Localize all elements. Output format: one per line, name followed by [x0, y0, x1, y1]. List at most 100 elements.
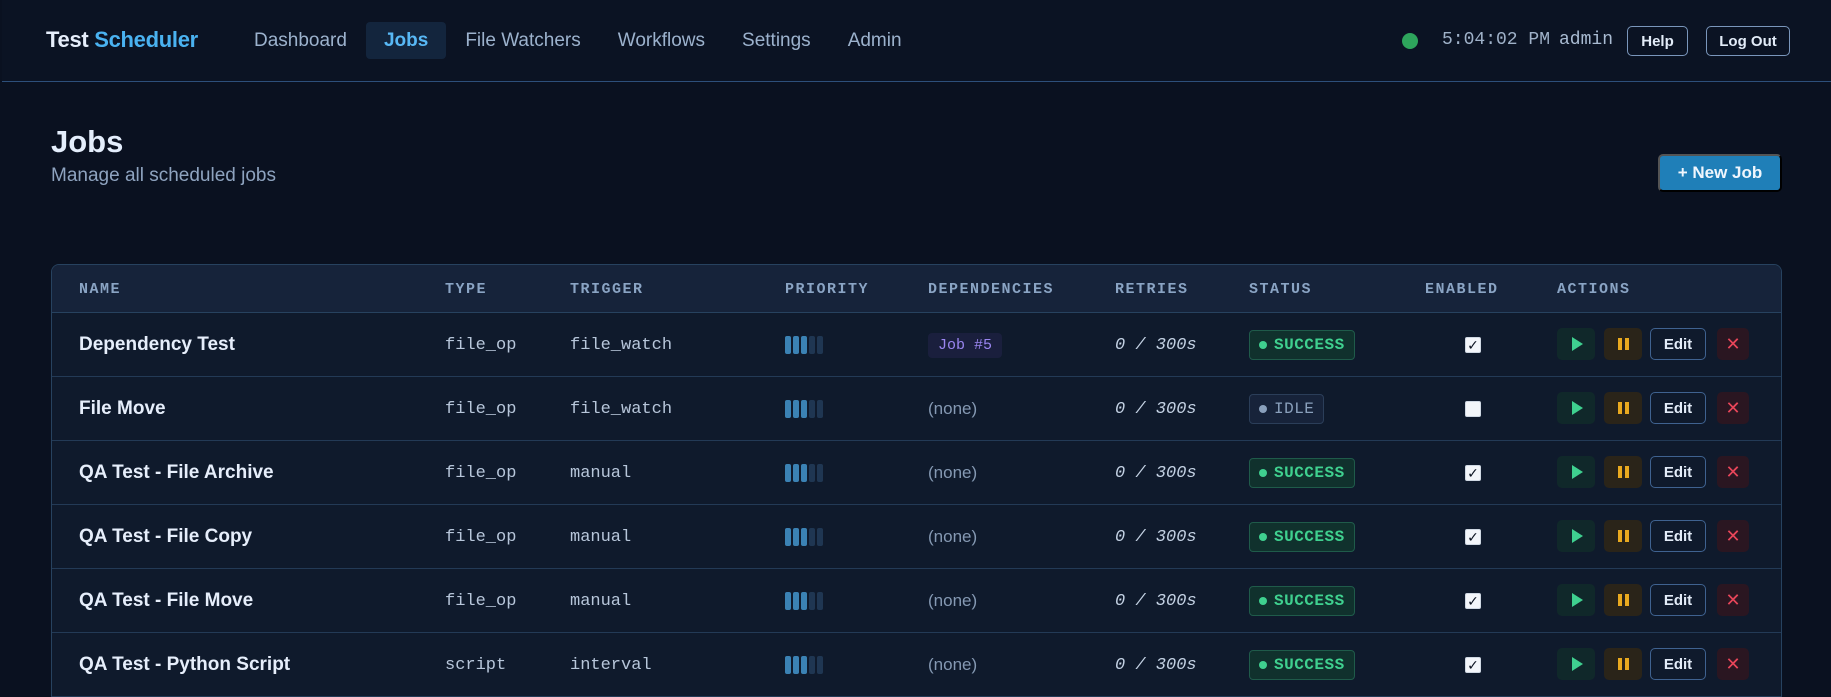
edit-job-button[interactable]: Edit: [1650, 456, 1706, 488]
cell-type: file_op: [445, 377, 516, 441]
cell-status: SUCCESS: [1249, 633, 1355, 697]
job-trigger: manual: [570, 591, 632, 611]
run-job-button[interactable]: [1557, 648, 1595, 680]
status-badge: SUCCESS: [1249, 650, 1355, 680]
run-job-button[interactable]: [1557, 456, 1595, 488]
cell-priority: [785, 441, 823, 505]
priority-bar: [793, 400, 799, 418]
delete-job-button[interactable]: ✕: [1717, 584, 1749, 616]
play-icon: [1572, 593, 1583, 607]
enabled-checkbox[interactable]: ✓: [1465, 465, 1481, 481]
nav-item-dashboard[interactable]: Dashboard: [236, 22, 365, 59]
column-header-status[interactable]: STATUS: [1249, 281, 1312, 298]
delete-job-button[interactable]: ✕: [1717, 648, 1749, 680]
cell-priority: [785, 633, 823, 697]
current-user: admin: [1559, 30, 1614, 50]
column-header-type[interactable]: TYPE: [445, 281, 487, 298]
brand-part-2: Scheduler: [94, 27, 198, 52]
priority-bar: [785, 400, 791, 418]
job-name[interactable]: QA Test - File Archive: [79, 462, 274, 484]
enabled-checkbox[interactable]: ✓: [1465, 593, 1481, 609]
enabled-checkbox[interactable]: [1465, 401, 1481, 417]
edit-job-button[interactable]: Edit: [1650, 584, 1706, 616]
delete-job-button[interactable]: ✕: [1717, 328, 1749, 360]
table-row[interactable]: QA Test - File Move file_op manual (none) 0 …: [52, 569, 1781, 633]
enabled-checkbox[interactable]: ✓: [1465, 337, 1481, 353]
priority-bar: [785, 528, 791, 546]
edit-job-button[interactable]: Edit: [1650, 392, 1706, 424]
edit-job-button[interactable]: Edit: [1650, 328, 1706, 360]
run-job-button[interactable]: [1557, 328, 1595, 360]
dependency-badge[interactable]: Job #5: [928, 332, 1003, 358]
table-row[interactable]: File Move file_op file_watch (none) 0 / 300s…: [52, 377, 1781, 441]
column-header-retries[interactable]: RETRIES: [1115, 281, 1189, 298]
priority-bar: [809, 400, 815, 418]
cell-dependencies: (none): [928, 441, 977, 505]
pause-job-button[interactable]: [1604, 392, 1642, 424]
pause-job-button[interactable]: [1604, 328, 1642, 360]
nav-item-file-watchers[interactable]: File Watchers: [447, 22, 598, 59]
delete-job-button[interactable]: ✕: [1717, 392, 1749, 424]
pause-job-button[interactable]: [1604, 584, 1642, 616]
status-text: SUCCESS: [1274, 464, 1345, 482]
delete-job-button[interactable]: ✕: [1717, 520, 1749, 552]
cell-name: Dependency Test: [79, 313, 235, 377]
run-job-button[interactable]: [1557, 392, 1595, 424]
table-row[interactable]: Dependency Test file_op file_watch Job #5 0 …: [52, 313, 1781, 377]
table-row[interactable]: QA Test - File Copy file_op manual (none) 0 …: [52, 505, 1781, 569]
cell-retries: 0 / 300s: [1115, 377, 1197, 441]
run-job-button[interactable]: [1557, 584, 1595, 616]
pause-icon: [1617, 466, 1629, 478]
cell-dependencies: (none): [928, 505, 977, 569]
status-text: SUCCESS: [1274, 592, 1345, 610]
edit-job-button[interactable]: Edit: [1650, 520, 1706, 552]
job-name[interactable]: File Move: [79, 398, 166, 420]
pause-job-button[interactable]: [1604, 456, 1642, 488]
column-header-dependencies[interactable]: DEPENDENCIES: [928, 281, 1054, 298]
column-header-trigger[interactable]: TRIGGER: [570, 281, 644, 298]
priority-bar: [809, 336, 815, 354]
cell-type: file_op: [445, 569, 516, 633]
status-text: IDLE: [1274, 400, 1315, 418]
cell-type: file_op: [445, 441, 516, 505]
nav-item-settings[interactable]: Settings: [724, 22, 829, 59]
job-trigger: file_watch: [570, 399, 673, 419]
app-logo[interactable]: Test Scheduler: [46, 27, 198, 53]
column-header-priority[interactable]: PRIORITY: [785, 281, 869, 298]
job-trigger: interval: [570, 655, 652, 675]
job-name[interactable]: QA Test - Python Script: [79, 654, 290, 676]
run-job-button[interactable]: [1557, 520, 1595, 552]
close-icon: ✕: [1725, 653, 1741, 674]
logout-button[interactable]: Log Out: [1706, 26, 1790, 56]
pause-icon: [1617, 402, 1629, 414]
column-header-enabled[interactable]: ENABLED: [1425, 281, 1499, 298]
new-job-button[interactable]: + New Job: [1658, 154, 1782, 192]
cell-retries: 0 / 300s: [1115, 441, 1197, 505]
enabled-checkbox[interactable]: ✓: [1465, 657, 1481, 673]
play-icon: [1572, 657, 1583, 671]
nav-item-jobs[interactable]: Jobs: [365, 22, 447, 59]
pause-job-button[interactable]: [1604, 648, 1642, 680]
priority-bar: [793, 656, 799, 674]
pause-job-button[interactable]: [1604, 520, 1642, 552]
help-button[interactable]: Help: [1627, 26, 1688, 56]
status-dot-icon: [1259, 533, 1267, 541]
cell-status: SUCCESS: [1249, 505, 1355, 569]
nav-item-admin[interactable]: Admin: [830, 22, 920, 59]
column-header-name[interactable]: NAME: [79, 281, 121, 298]
job-name[interactable]: QA Test - File Move: [79, 590, 253, 612]
table-row[interactable]: QA Test - File Archive file_op manual (none…: [52, 441, 1781, 505]
table-row[interactable]: QA Test - Python Script script interval (no…: [52, 633, 1781, 697]
priority-bar: [801, 336, 807, 354]
cell-retries: 0 / 300s: [1115, 313, 1197, 377]
status-dot-icon: [1259, 469, 1267, 477]
delete-job-button[interactable]: ✕: [1717, 456, 1749, 488]
enabled-checkbox[interactable]: ✓: [1465, 529, 1481, 545]
nav-item-workflows[interactable]: Workflows: [600, 22, 723, 59]
edit-job-button[interactable]: Edit: [1650, 648, 1706, 680]
status-badge: SUCCESS: [1249, 522, 1355, 552]
job-name[interactable]: QA Test - File Copy: [79, 526, 252, 548]
priority-bar: [809, 528, 815, 546]
job-name[interactable]: Dependency Test: [79, 334, 235, 356]
priority-bar: [785, 464, 791, 482]
